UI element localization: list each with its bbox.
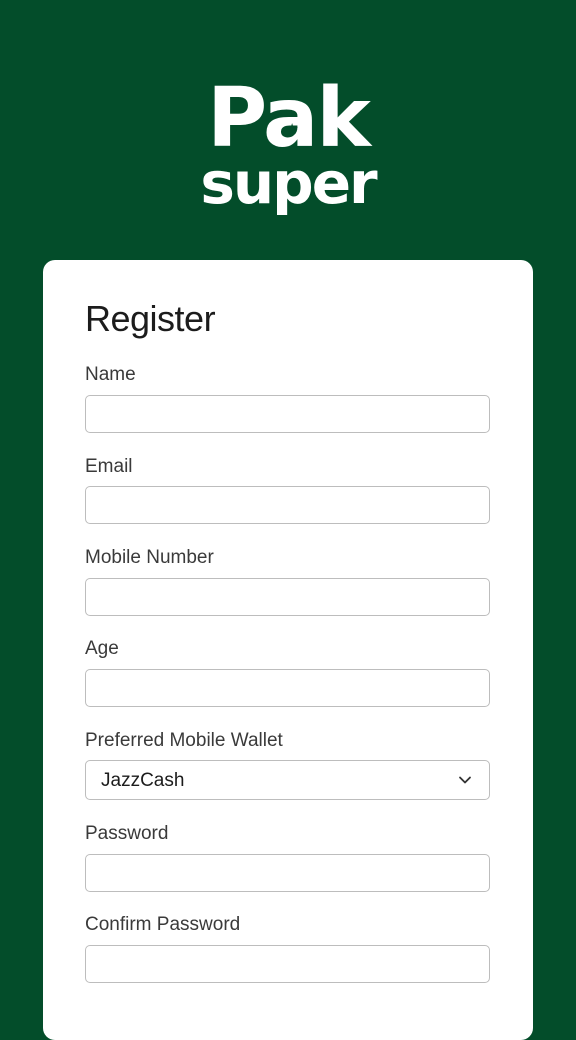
- brand-logo: Pak ★ super: [0, 78, 576, 213]
- age-label: Age: [85, 638, 119, 659]
- register-card: Register Name Email Mobile Number Age Pr…: [43, 260, 533, 1040]
- mobile-number-field[interactable]: [85, 578, 490, 616]
- confirm-password-field[interactable]: [85, 945, 490, 983]
- name-label: Name: [85, 364, 136, 385]
- age-field[interactable]: [85, 669, 490, 707]
- wallet-label: Preferred Mobile Wallet: [85, 730, 283, 751]
- password-field[interactable]: [85, 854, 490, 892]
- wallet-select[interactable]: JazzCash: [85, 760, 490, 800]
- chevron-down-icon: [459, 776, 471, 784]
- confirm-password-label: Confirm Password: [85, 914, 241, 935]
- name-field[interactable]: [85, 395, 490, 433]
- page-title: Register: [85, 298, 216, 339]
- password-label: Password: [85, 823, 169, 844]
- wallet-selected-value: JazzCash: [101, 770, 185, 791]
- email-label: Email: [85, 456, 133, 477]
- star-icon: ★: [285, 120, 299, 138]
- logo-text-pak: Pak: [207, 71, 371, 166]
- email-field[interactable]: [85, 486, 490, 524]
- mobile-number-label: Mobile Number: [85, 547, 214, 568]
